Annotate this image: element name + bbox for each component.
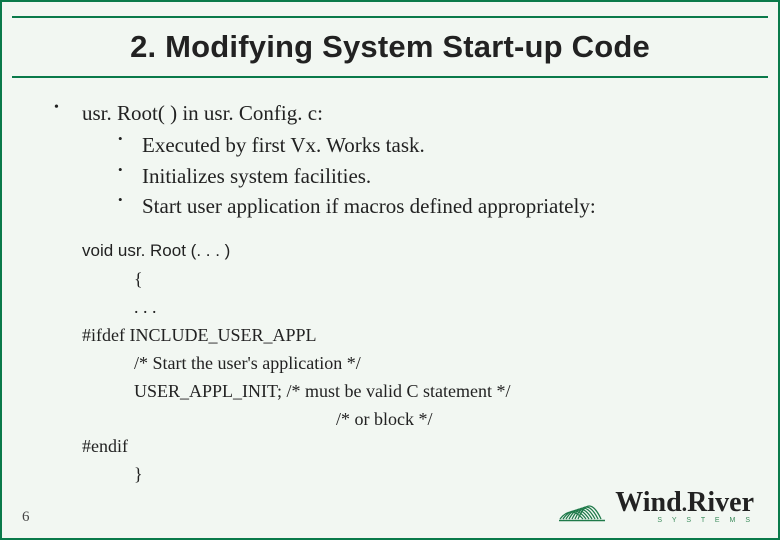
logo-text-stack: Wind.River S Y S T E M S (615, 487, 754, 524)
code-line-3: /* Start the user's application */ (82, 350, 738, 378)
bullet-main: usr. Root( ) in usr. Config. c: Executed… (42, 98, 738, 222)
logo-text: Wind.River (615, 487, 754, 519)
code-block: void usr. Root (. . . ) {. . .#ifdef INC… (42, 238, 738, 489)
slide-content: usr. Root( ) in usr. Config. c: Executed… (42, 98, 738, 489)
code-line-1: . . . (82, 294, 738, 322)
page-number: 6 (22, 509, 30, 526)
logo-tagline: S Y S T E M S (657, 517, 754, 524)
code-line-6: #endif (82, 433, 738, 461)
bullet-inner-list: Executed by first Vx. Works task. Initia… (82, 130, 738, 221)
title-bar: 2. Modifying System Start-up Code (12, 16, 768, 78)
code-line-7: } (82, 461, 738, 489)
slide-title: 2. Modifying System Start-up Code (130, 29, 650, 65)
logo-word-1: Wind (615, 487, 681, 518)
code-line-5: /* or block */ (82, 406, 738, 434)
bullet-sub-2: Start user application if macros defined… (110, 191, 738, 221)
bullet-sub-0: Executed by first Vx. Works task. (110, 130, 738, 160)
windriver-mark-icon (559, 489, 605, 523)
bullet-outer-list: usr. Root( ) in usr. Config. c: Executed… (42, 98, 738, 222)
code-line-2: #ifdef INCLUDE_USER_APPL (82, 322, 738, 350)
bullet-main-text: usr. Root( ) in usr. Config. c: (82, 101, 323, 125)
logo-word-2: River (687, 487, 754, 518)
code-line-4: USER_APPL_INIT; /* must be valid C state… (82, 378, 738, 406)
code-line-0: { (82, 266, 738, 294)
bullet-sub-1: Initializes system facilities. (110, 161, 738, 191)
slide-container: 2. Modifying System Start-up Code usr. R… (0, 0, 780, 540)
company-logo: Wind.River S Y S T E M S (559, 487, 754, 524)
code-lines: {. . .#ifdef INCLUDE_USER_APPL/* Start t… (82, 266, 738, 489)
code-header: void usr. Root (. . . ) (82, 238, 738, 264)
